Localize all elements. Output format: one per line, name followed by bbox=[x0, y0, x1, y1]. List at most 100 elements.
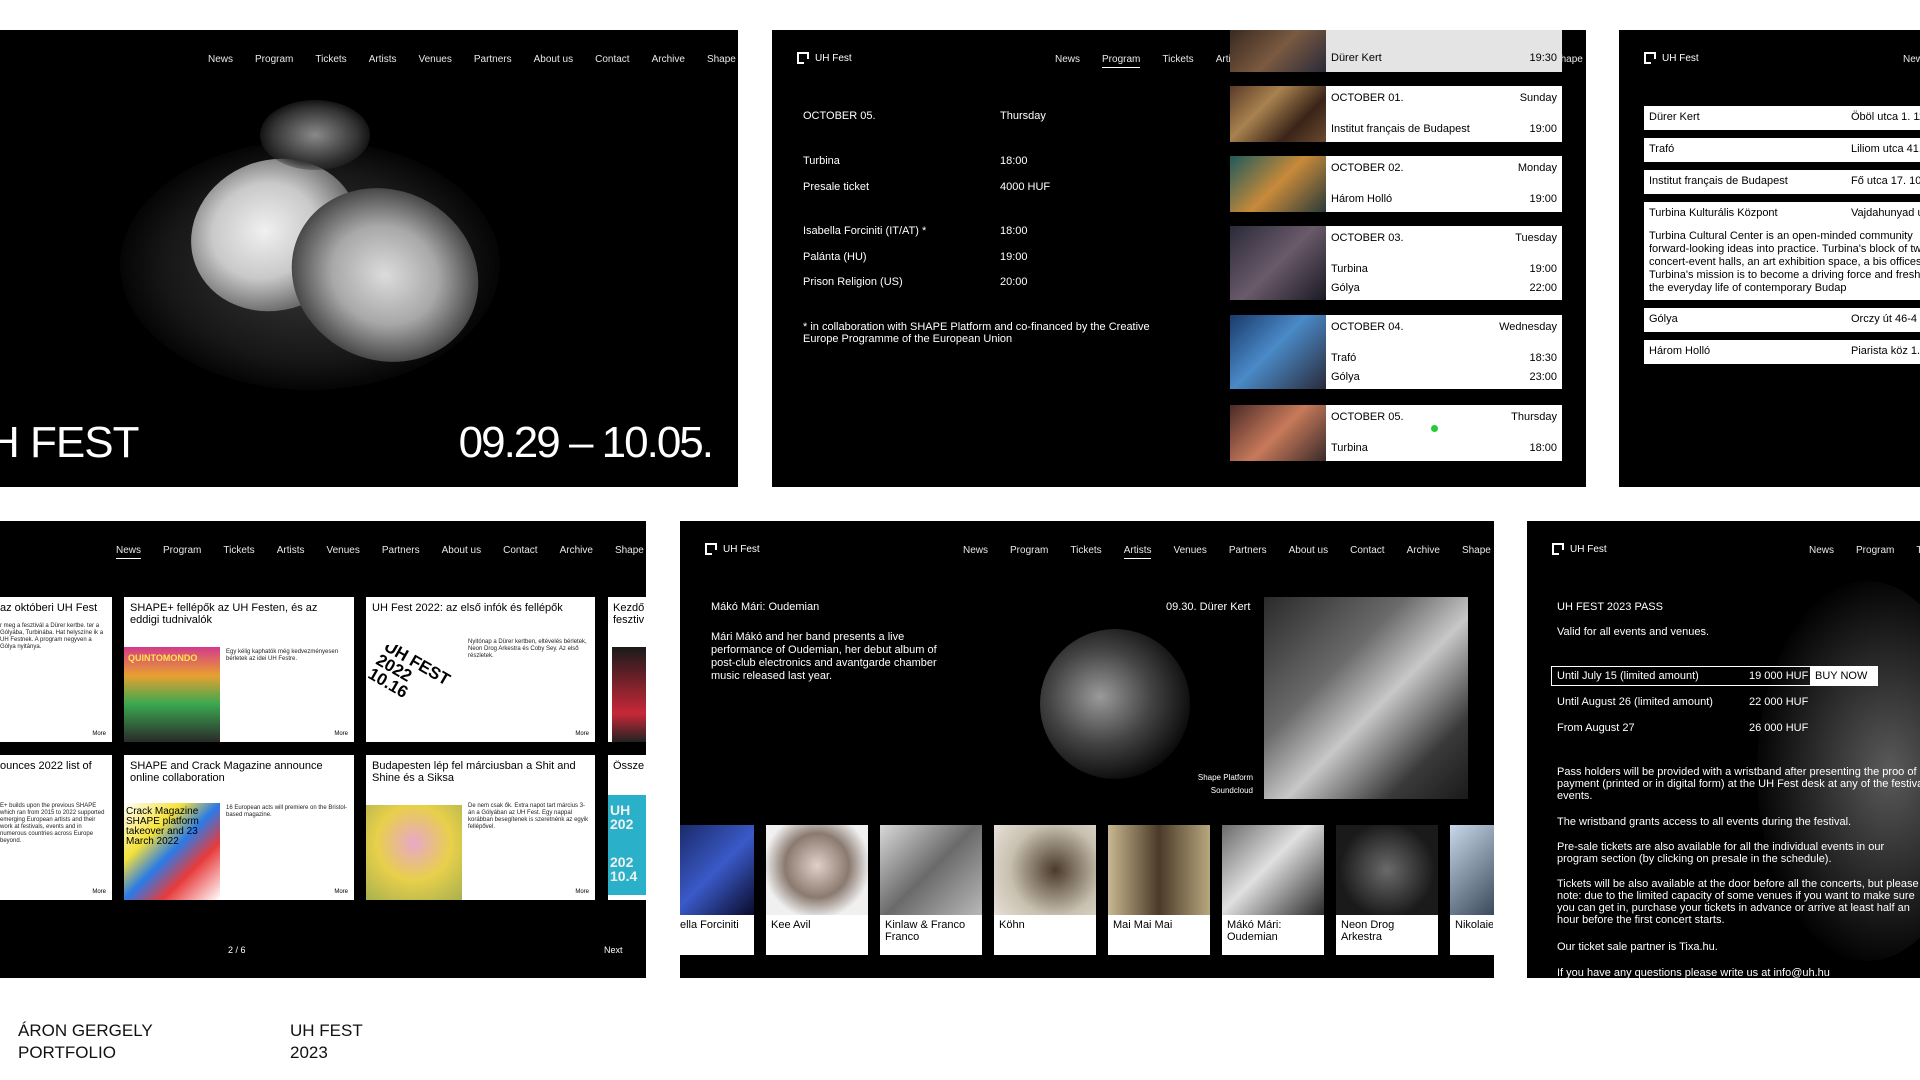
venue-address: Öböl utca 1. 1117 bbox=[1851, 111, 1920, 123]
venue-row[interactable]: Institut français de Budapest Fő utca 17… bbox=[1644, 170, 1920, 194]
schedule-card[interactable]: OCTOBER 01. Sunday Institut français de … bbox=[1326, 86, 1562, 142]
nav-contact[interactable]: Contact bbox=[1350, 545, 1384, 559]
nav-program[interactable]: Program bbox=[1010, 545, 1048, 559]
nav-news[interactable]: News bbox=[1055, 54, 1080, 68]
nav-artists[interactable]: Artists bbox=[369, 54, 397, 65]
brand-logo[interactable]: UH Fest bbox=[1644, 52, 1699, 64]
nav-shape[interactable]: Shape bbox=[1462, 545, 1491, 559]
venue-row-expanded[interactable]: Turbina Kulturális Központ Vajdahunyad u… bbox=[1644, 202, 1920, 300]
schedule-venue: Institut français de Budapest bbox=[1331, 123, 1470, 135]
nav-news[interactable]: News bbox=[116, 545, 142, 559]
news-card[interactable]: UH Fest 2022: az első infók és fellépők … bbox=[366, 597, 595, 742]
event-thumbnail[interactable] bbox=[1230, 156, 1326, 212]
brand-logo[interactable]: UH Fest bbox=[1552, 543, 1607, 555]
cursor-dot bbox=[1431, 425, 1438, 432]
nav-news[interactable]: News bbox=[1903, 54, 1920, 65]
nav-program[interactable]: Program bbox=[1102, 54, 1141, 68]
event-thumbnail[interactable] bbox=[1230, 30, 1326, 72]
news-card[interactable]: Össze UH 202 202 10.4 bbox=[608, 755, 646, 900]
venue-row[interactable]: Dürer Kert Öböl utca 1. 1117 bbox=[1644, 106, 1920, 130]
nav-news[interactable]: News bbox=[208, 54, 233, 65]
artist-link-soundcloud[interactable]: Soundcloud bbox=[1211, 786, 1253, 795]
news-title: az októberi UH Fest bbox=[0, 602, 98, 614]
news-more-link[interactable]: More bbox=[334, 889, 348, 895]
nav-partners[interactable]: Partners bbox=[382, 545, 420, 559]
artist-tile[interactable]: Nikolaie bbox=[1450, 825, 1494, 955]
next-button[interactable]: Next bbox=[604, 945, 623, 955]
artist-tile[interactable]: Kinlaw & Franco Franco bbox=[880, 825, 982, 955]
nav-program[interactable]: Program bbox=[255, 54, 293, 65]
artist-tile[interactable]: Kee Avil bbox=[766, 825, 868, 955]
news-more-link[interactable]: More bbox=[92, 889, 106, 895]
nav-tickets[interactable]: Tickets bbox=[1070, 545, 1101, 559]
artist-name: Mákó Mári: Oudemian bbox=[711, 601, 820, 613]
artist-tile[interactable]: Köhn bbox=[994, 825, 1096, 955]
event-thumbnail[interactable] bbox=[1230, 226, 1326, 300]
buy-now-button[interactable]: BUY NOW bbox=[1810, 666, 1878, 686]
event-thumbnail[interactable] bbox=[1230, 405, 1326, 461]
main-nav: News Program Tickets Artists Venues Part… bbox=[116, 545, 644, 559]
venue-address: Fő utca 17. 1011 bbox=[1851, 175, 1920, 187]
presale-label[interactable]: Presale ticket bbox=[803, 181, 869, 193]
tier-label: Until August 26 (limited amount) bbox=[1557, 696, 1713, 708]
nav-tickets[interactable]: Tickets bbox=[1162, 54, 1193, 68]
nav-tickets[interactable]: Tickets bbox=[223, 545, 254, 559]
schedule-card[interactable]: OCTOBER 05. Thursday Turbina 18:00 bbox=[1326, 405, 1562, 461]
nav-news[interactable]: News bbox=[1809, 545, 1834, 556]
nav-about[interactable]: About us bbox=[1289, 545, 1328, 559]
artist-photo bbox=[1264, 597, 1468, 799]
news-more-link[interactable]: More bbox=[92, 731, 106, 737]
news-excerpt: De nem csak ők. Extra napot tart március… bbox=[468, 803, 589, 830]
nav-partners[interactable]: Partners bbox=[1229, 545, 1267, 559]
news-card[interactable]: SHAPE and Crack Magazine announce online… bbox=[124, 755, 354, 900]
nav-tickets[interactable]: Tickets bbox=[1916, 545, 1920, 556]
venue-row[interactable]: Gólya Orczy út 46-4 bbox=[1644, 308, 1920, 332]
artist-tile[interactable]: Mai Mai Mai bbox=[1108, 825, 1210, 955]
schedule-card[interactable]: Dürer Kert 19:30 bbox=[1326, 30, 1562, 72]
news-card[interactable]: ounces 2022 list of E+ builds upon the p… bbox=[0, 755, 112, 900]
nav-venues[interactable]: Venues bbox=[326, 545, 359, 559]
nav-artists[interactable]: Artists bbox=[277, 545, 305, 559]
nav-partners[interactable]: Partners bbox=[474, 54, 512, 65]
brand-logo[interactable]: UH Fest bbox=[705, 543, 760, 555]
nav-shape[interactable]: Shape bbox=[707, 54, 736, 65]
artist-tile[interactable]: ella Forciniti bbox=[680, 825, 754, 955]
artist-link-shape[interactable]: Shape Platform bbox=[1198, 773, 1253, 782]
schedule-card[interactable]: OCTOBER 04. Wednesday Trafó 18:30 Gólya … bbox=[1326, 315, 1562, 389]
program-note: * in collaboration with SHAPE Platform a… bbox=[803, 321, 1150, 345]
act-time: 18:00 bbox=[1000, 225, 1028, 237]
nav-news[interactable]: News bbox=[963, 545, 988, 559]
nav-archive[interactable]: Archive bbox=[652, 54, 685, 65]
nav-about[interactable]: About us bbox=[534, 54, 573, 65]
nav-archive[interactable]: Archive bbox=[1407, 545, 1440, 559]
artist-tile[interactable]: Neon Drog Arkestra bbox=[1336, 825, 1438, 955]
news-more-link[interactable]: More bbox=[575, 731, 589, 737]
nav-tickets[interactable]: Tickets bbox=[315, 54, 346, 65]
nav-about[interactable]: About us bbox=[442, 545, 481, 559]
nav-venues[interactable]: Venues bbox=[1173, 545, 1206, 559]
news-more-link[interactable]: More bbox=[334, 731, 348, 737]
news-card[interactable]: Kezdő fesztiv bbox=[608, 597, 646, 742]
event-thumbnail[interactable] bbox=[1230, 315, 1326, 389]
nav-program[interactable]: Program bbox=[1856, 545, 1894, 556]
news-card[interactable]: az októberi UH Fest r meg a fesztivál a … bbox=[0, 597, 112, 742]
nav-program[interactable]: Program bbox=[163, 545, 201, 559]
schedule-card[interactable]: OCTOBER 02. Monday Három Holló 19:00 bbox=[1326, 156, 1562, 212]
nav-artists[interactable]: Artists bbox=[1123, 545, 1152, 559]
venue-row[interactable]: Trafó Liliom utca 41. bbox=[1644, 138, 1920, 162]
artist-tile[interactable]: Mákó Mári: Oudemian bbox=[1222, 825, 1324, 955]
nav-shape[interactable]: Shape bbox=[615, 545, 644, 559]
nav-contact[interactable]: Contact bbox=[595, 54, 629, 65]
venue-row[interactable]: Három Holló Piarista köz 1. 1 bbox=[1644, 340, 1920, 364]
schedule-card[interactable]: OCTOBER 03. Tuesday Turbina 19:00 Gólya … bbox=[1326, 226, 1562, 300]
nav-archive[interactable]: Archive bbox=[560, 545, 593, 559]
event-thumbnail[interactable] bbox=[1230, 86, 1326, 142]
schedule-day: Wednesday bbox=[1499, 321, 1557, 333]
nav-venues[interactable]: Venues bbox=[418, 54, 451, 65]
brand-logo[interactable]: UH Fest bbox=[797, 52, 852, 64]
nav-contact[interactable]: Contact bbox=[503, 545, 537, 559]
news-more-link[interactable]: More bbox=[575, 889, 589, 895]
pass-title: UH FEST 2023 PASS bbox=[1557, 601, 1663, 613]
news-card[interactable]: Budapesten lép fel márciusban a Shit and… bbox=[366, 755, 595, 900]
news-card[interactable]: SHAPE+ fellépők az UH Festen, és az eddi… bbox=[124, 597, 354, 742]
